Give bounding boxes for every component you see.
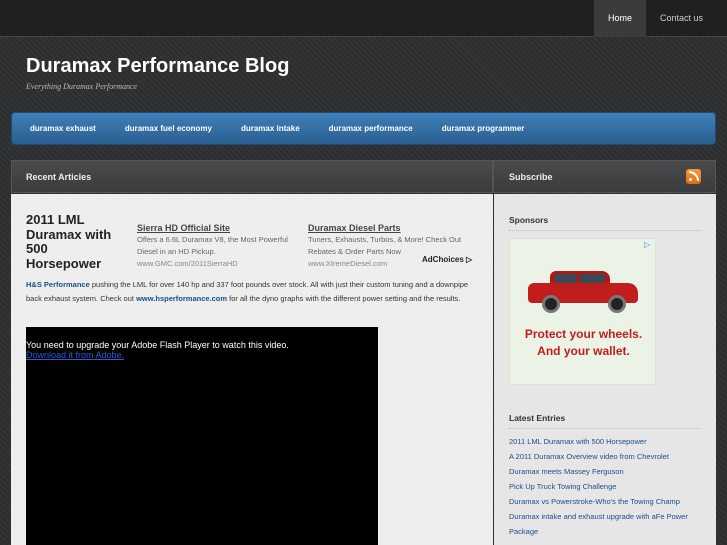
flash-message: You need to upgrade your Adobe Flash Pla… bbox=[26, 340, 289, 350]
catnav-duramax-performance[interactable]: duramax performance bbox=[329, 124, 413, 133]
ad-headline-1: Protect your wheels. bbox=[524, 327, 643, 341]
post-title[interactable]: 2011 LML Duramax with 500 Horsepower bbox=[26, 212, 126, 271]
ad-unit-1[interactable]: Sierra HD Official Site Offers a 6.6L Du… bbox=[137, 222, 302, 266]
sidebar: Sponsors ▷ Protect your wheels. And your… bbox=[494, 194, 716, 545]
ad-title[interactable]: Sierra HD Official Site bbox=[137, 222, 302, 234]
latest-entries-heading: Latest Entries bbox=[509, 413, 701, 429]
entry-link[interactable]: Pick Up Truck Towing Challenge bbox=[509, 479, 704, 494]
hsperformance-url-link[interactable]: www.hsperformance.com bbox=[136, 294, 227, 303]
entry-link[interactable]: Duramax vs Powerstroke-Who's the Towing … bbox=[509, 494, 704, 509]
catnav-duramax-intake[interactable]: duramax intake bbox=[241, 124, 300, 133]
ad-text: Offers a 6.6L Duramax V8, the Most Power… bbox=[137, 235, 288, 256]
site-title[interactable]: Duramax Performance Blog bbox=[26, 55, 289, 78]
catnav-duramax-programmer[interactable]: duramax programmer bbox=[442, 124, 525, 133]
adchoices-label[interactable]: AdChoices bbox=[422, 255, 464, 264]
top-bar: Home Contact us bbox=[0, 0, 727, 37]
video-player[interactable]: You need to upgrade your Adobe Flash Pla… bbox=[26, 327, 378, 545]
top-nav: Home Contact us bbox=[593, 0, 717, 37]
main-content: 2011 LML Duramax with 500 Horsepower Sie… bbox=[11, 194, 493, 545]
ad-headline-2: And your wallet. bbox=[537, 344, 630, 358]
adobe-download-link[interactable]: Download it from Adobe. bbox=[26, 350, 378, 360]
ad-text: Tuners, Exhausts, Turbos, & More! Check … bbox=[308, 235, 462, 256]
entry-link[interactable]: Duramax intake and exhaust upgrade with … bbox=[509, 509, 704, 539]
site-tagline: Everything Duramax Performance bbox=[26, 82, 138, 91]
entry-link[interactable]: Duramax meets Massey Ferguson bbox=[509, 464, 704, 479]
nav-home[interactable]: Home bbox=[593, 0, 646, 37]
catnav-duramax-fuel-economy[interactable]: duramax fuel economy bbox=[125, 124, 212, 133]
category-nav: duramax exhaust duramax fuel economy dur… bbox=[11, 112, 716, 145]
recent-articles-header: Recent Articles bbox=[11, 160, 493, 193]
catnav-duramax-exhaust[interactable]: duramax exhaust bbox=[30, 124, 96, 133]
adchoices-icon: ▷ bbox=[466, 255, 473, 264]
ad-title[interactable]: Duramax Diesel Parts bbox=[308, 222, 473, 234]
subscribe-label: Subscribe bbox=[509, 171, 553, 182]
ad-info-icon[interactable]: ▷ bbox=[644, 241, 652, 249]
rss-icon[interactable] bbox=[686, 169, 701, 184]
hs-performance-link[interactable]: H&S Performance bbox=[26, 280, 90, 289]
ad-url[interactable]: www.GMC.com/2011SierraHD bbox=[137, 258, 302, 266]
post-body-text-2: for all the dyno graphs with the differe… bbox=[227, 294, 461, 303]
nav-contact[interactable]: Contact us bbox=[646, 0, 717, 37]
entry-link[interactable]: 2011 LML Duramax with 500 Horsepower bbox=[509, 434, 704, 449]
subscribe-header: Subscribe bbox=[493, 160, 716, 193]
entry-link[interactable]: A 2011 Duramax Overview video from Chevr… bbox=[509, 449, 704, 464]
post-body: H&S Performance pushing the LML for over… bbox=[26, 278, 476, 306]
latest-entries-list: 2011 LML Duramax with 500 Horsepower A 2… bbox=[509, 434, 704, 539]
car-image bbox=[528, 269, 638, 314]
sponsors-heading: Sponsors bbox=[509, 215, 701, 231]
adchoices[interactable]: AdChoices ▷ bbox=[422, 255, 472, 264]
sponsor-ad[interactable]: ▷ Protect your wheels. And your wallet. bbox=[509, 238, 656, 385]
